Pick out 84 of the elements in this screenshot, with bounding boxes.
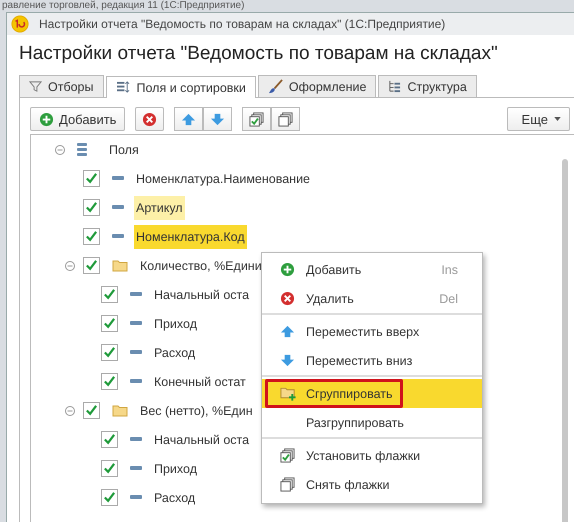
tree-item-label[interactable]: Начальный оста (152, 428, 252, 452)
caret-icon (554, 117, 561, 121)
delete-icon (142, 112, 158, 126)
tree-item-label[interactable]: Приход (152, 312, 199, 336)
shortcut-label: Del (439, 292, 458, 306)
checkbox[interactable] (101, 373, 118, 390)
checkbox[interactable] (83, 402, 100, 419)
tab[interactable]: Отборы (19, 75, 104, 97)
move-up-button[interactable] (174, 107, 204, 131)
tree-item-label[interactable]: Конечный остат (152, 370, 248, 394)
tree-item-label[interactable]: Приход (152, 456, 199, 480)
plus-icon (280, 262, 295, 277)
field-icon (130, 379, 142, 384)
folder-icon (112, 259, 128, 272)
field-icon (130, 466, 142, 471)
arrow-up-icon (181, 112, 196, 126)
arrow-down-icon (280, 353, 295, 368)
plus-icon (39, 112, 54, 126)
field-icon (112, 234, 124, 239)
window-title: Настройки отчета "Ведомость по товарам на складах" (1С:Предприятие) (39, 17, 446, 31)
menu-item[interactable]: Сгруппировать (262, 379, 482, 408)
stacked-squares-icon (278, 112, 294, 126)
menu-item[interactable]: Переместить вниз (262, 346, 482, 377)
uncheck-all-button[interactable] (271, 107, 300, 131)
checkbox[interactable] (101, 286, 118, 303)
collapse-toggle-icon[interactable] (55, 144, 65, 154)
checkbox[interactable] (83, 228, 100, 245)
menu-item[interactable]: Разгруппировать (262, 408, 482, 439)
shortcut-label: Ins (441, 262, 458, 276)
field-icon (112, 205, 124, 210)
arrow-up-icon (280, 324, 295, 339)
add-button[interactable]: Добавить (30, 107, 126, 131)
list-sort-icon (116, 81, 130, 94)
field-icon (130, 437, 142, 442)
arrow-down-icon (210, 112, 226, 126)
menu-item[interactable]: Переместить вверх (262, 317, 482, 346)
structure-icon (388, 80, 402, 93)
tree-item-label[interactable]: Расход (152, 340, 198, 364)
field-icon (130, 350, 142, 355)
menu-item[interactable]: Снять флажки (262, 470, 482, 499)
tree-item-label[interactable]: Артикул (134, 196, 185, 220)
tree-item-label[interactable]: Начальный оста (152, 282, 252, 306)
checkbox[interactable] (83, 170, 100, 187)
app-logo-icon (11, 15, 29, 33)
menu-item[interactable]: Добавить Ins (262, 255, 482, 284)
paintbrush-icon (268, 79, 283, 94)
tree-root-label[interactable]: Поля (107, 138, 141, 162)
delete-icon (280, 291, 295, 306)
collapse-toggle-icon[interactable] (65, 406, 75, 416)
form-heading: Настройки отчета "Ведомость по товарам на складах" (19, 42, 499, 66)
field-icon (130, 292, 142, 297)
check-all-icon (280, 448, 295, 463)
tab[interactable]: Поля и сортировки (106, 76, 256, 98)
folder-icon (112, 404, 128, 417)
checkbox[interactable] (101, 460, 118, 477)
check-all-icon (249, 112, 264, 126)
fields-icon (77, 142, 87, 158)
funnel-icon (29, 80, 42, 93)
tree-item-label[interactable]: Вес (нетто), %Един (138, 398, 255, 422)
tree-item-label[interactable]: Номенклатура.Код (134, 224, 247, 248)
stacked-squares-icon (280, 477, 295, 492)
checkbox[interactable] (83, 199, 100, 216)
field-icon (112, 176, 124, 181)
field-icon (130, 321, 142, 326)
checkbox[interactable] (101, 344, 118, 361)
more-button[interactable]: Еще (506, 107, 570, 131)
background-window-title: равление торговлей, редакция 11 (1С:Предприятие) (1, 0, 246, 12)
menu-item[interactable]: Удалить Del (262, 284, 482, 315)
checkbox[interactable] (101, 489, 118, 506)
collapse-toggle-icon[interactable] (65, 260, 75, 270)
move-down-button[interactable] (203, 107, 232, 131)
tree-item-label[interactable]: Расход (152, 486, 198, 510)
tree-item-label[interactable]: Номенклатура.Наименование (134, 166, 312, 190)
tab[interactable]: Структура (378, 75, 477, 97)
delete-button[interactable] (135, 107, 164, 131)
tree-item-label[interactable]: Количество, %Едини (138, 254, 264, 278)
folder-plus-icon (280, 386, 297, 401)
field-icon (130, 495, 142, 500)
checkbox[interactable] (101, 431, 118, 448)
menu-item[interactable]: Установить флажки (262, 441, 482, 470)
check-all-button[interactable] (242, 107, 272, 131)
tab[interactable]: Оформление (258, 75, 376, 97)
checkbox[interactable] (101, 315, 118, 332)
checkbox[interactable] (83, 257, 100, 274)
